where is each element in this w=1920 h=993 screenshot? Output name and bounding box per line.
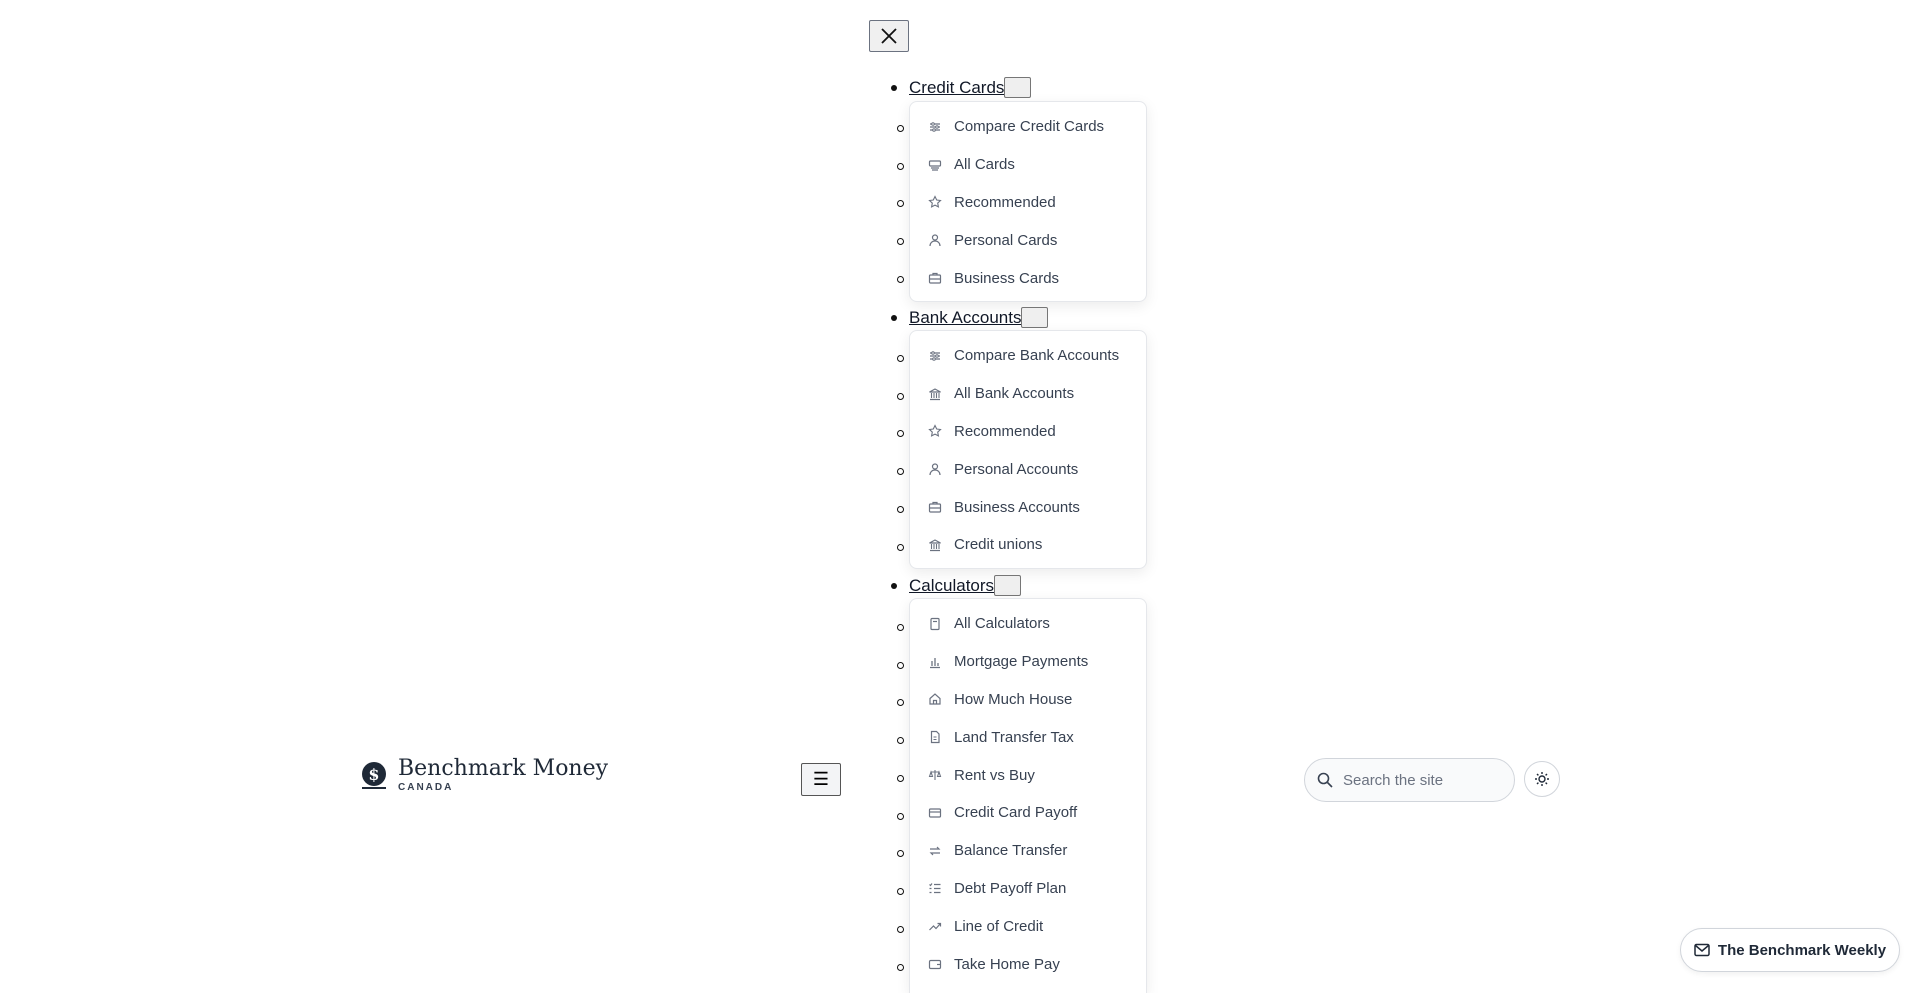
newsletter-label: The Benchmark Weekly — [1717, 941, 1887, 959]
person-icon — [928, 462, 942, 476]
menu-item-credit-unions[interactable]: Credit unions — [910, 526, 1146, 564]
house-icon — [928, 692, 942, 706]
person-icon — [928, 233, 942, 247]
hamburger-icon: ☰ — [812, 769, 830, 789]
briefcase-icon — [928, 271, 942, 285]
expand-toggle-button[interactable] — [1021, 307, 1049, 328]
star-icon — [928, 424, 942, 438]
menu-item-compare-bank-accounts[interactable]: Compare Bank Accounts — [910, 337, 1146, 375]
trend-up-icon — [928, 919, 942, 933]
menu-item-compare-credit-cards[interactable]: Compare Credit Cards — [910, 108, 1146, 146]
list-bullet — [897, 355, 904, 362]
menu-item-balance-transfer[interactable]: Balance Transfer — [910, 832, 1146, 870]
nav-section-credit-cards[interactable]: Credit Cards — [891, 77, 1032, 98]
section-label[interactable]: Credit Cards — [909, 78, 1004, 98]
list-bullet — [897, 238, 904, 245]
card-stack-icon — [928, 158, 942, 172]
section-label[interactable]: Calculators — [909, 576, 994, 596]
menu-item-recommended-accounts[interactable]: Recommended — [910, 413, 1146, 451]
document-icon — [928, 730, 942, 744]
checklist-icon — [928, 881, 942, 895]
menu-item-recommended-cards[interactable]: Recommended — [910, 184, 1146, 222]
sliders-icon — [928, 120, 942, 134]
list-bullet — [897, 888, 904, 895]
credit-card-icon — [928, 806, 942, 820]
list-bullet — [897, 737, 904, 744]
list-bullet — [897, 163, 904, 170]
site-logo[interactable]: $ Benchmark Money CANADA — [360, 758, 608, 793]
section-label[interactable]: Bank Accounts — [909, 308, 1021, 328]
dollar-shield-icon: $ — [362, 761, 386, 789]
nav-section-calculators[interactable]: Calculators — [891, 575, 1022, 596]
menu-item-personal-accounts[interactable]: Personal Accounts — [910, 450, 1146, 488]
arrows-swap-icon — [928, 844, 942, 858]
list-bullet — [897, 775, 904, 782]
list-bullet — [897, 624, 904, 631]
search-box[interactable] — [1304, 758, 1515, 802]
mail-icon — [1694, 943, 1710, 957]
theme-toggle-button[interactable] — [1524, 761, 1560, 797]
bank-accounts-dropdown: Compare Bank Accounts All Bank Accounts … — [909, 330, 1147, 569]
hamburger-menu-button[interactable]: ☰ — [801, 763, 841, 796]
close-menu-button[interactable] — [869, 20, 909, 52]
svg-text:$: $ — [368, 765, 379, 784]
list-bullet — [897, 662, 904, 669]
list-bullet — [897, 200, 904, 207]
wallet-icon — [928, 957, 942, 971]
list-bullet — [891, 315, 897, 321]
bank-icon — [928, 538, 942, 552]
search-icon — [1317, 772, 1333, 788]
brand-subtitle: CANADA — [398, 782, 454, 793]
sliders-icon — [928, 349, 942, 363]
list-bullet — [897, 125, 904, 132]
list-bullet — [897, 544, 904, 551]
list-bullet — [897, 276, 904, 283]
list-bullet — [897, 468, 904, 475]
menu-item-debt-payoff-plan[interactable]: Debt Payoff Plan — [910, 870, 1146, 908]
newsletter-button[interactable]: The Benchmark Weekly — [1680, 928, 1900, 972]
list-bullet — [897, 813, 904, 820]
bar-chart-icon — [928, 655, 942, 669]
sun-icon — [1535, 772, 1549, 786]
list-bullet — [891, 583, 897, 589]
menu-item-all-cards[interactable]: All Cards — [910, 146, 1146, 184]
menu-item-credit-card-payoff[interactable]: Credit Card Payoff — [910, 794, 1146, 832]
menu-item-line-of-credit[interactable]: Line of Credit — [910, 907, 1146, 945]
menu-item-all-calculators[interactable]: All Calculators — [910, 605, 1146, 643]
briefcase-icon — [928, 500, 942, 514]
menu-item-land-transfer-tax[interactable]: Land Transfer Tax — [910, 718, 1146, 756]
search-input[interactable] — [1341, 770, 1501, 790]
list-bullet — [897, 393, 904, 400]
expand-toggle-button[interactable] — [1004, 77, 1032, 98]
bank-icon — [928, 387, 942, 401]
list-bullet — [897, 850, 904, 857]
list-bullet — [897, 430, 904, 437]
menu-item-rent-vs-buy[interactable]: Rent vs Buy — [910, 756, 1146, 794]
list-bullet — [897, 506, 904, 513]
calculator-icon — [928, 617, 942, 631]
list-bullet — [897, 699, 904, 706]
calculators-dropdown: All Calculators Mortgage Payments How Mu… — [909, 598, 1147, 993]
list-bullet — [891, 85, 897, 91]
nav-section-bank-accounts[interactable]: Bank Accounts — [891, 307, 1049, 328]
expand-toggle-button[interactable] — [994, 575, 1022, 596]
scale-icon — [928, 768, 942, 782]
menu-item-all-bank-accounts[interactable]: All Bank Accounts — [910, 375, 1146, 413]
close-icon — [881, 28, 897, 44]
menu-item-how-much-house[interactable]: How Much House — [910, 681, 1146, 719]
menu-item-take-home-pay[interactable]: Take Home Pay — [910, 945, 1146, 983]
menu-item-personal-cards[interactable]: Personal Cards — [910, 221, 1146, 259]
list-bullet — [897, 964, 904, 971]
menu-item-mortgage-payments[interactable]: Mortgage Payments — [910, 643, 1146, 681]
star-icon — [928, 195, 942, 209]
list-bullet — [897, 926, 904, 933]
menu-item-business-accounts[interactable]: Business Accounts — [910, 488, 1146, 526]
brand-name: Benchmark Money — [398, 756, 609, 781]
credit-cards-dropdown: Compare Credit Cards All Cards Recommend… — [909, 101, 1147, 302]
menu-item-business-cards[interactable]: Business Cards — [910, 259, 1146, 297]
